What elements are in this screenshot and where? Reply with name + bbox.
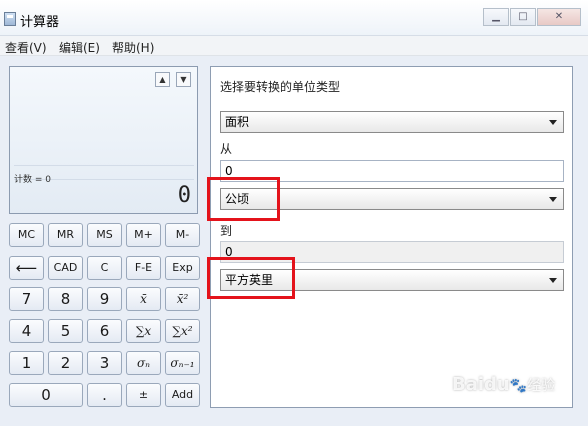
paw-icon: 🐾	[509, 378, 528, 394]
from-label: 从	[220, 142, 233, 156]
menu-edit[interactable]: 编辑(E)	[59, 39, 100, 56]
close-button[interactable]: ✕	[537, 8, 581, 26]
maximize-button[interactable]: □	[510, 8, 536, 26]
key-sigma-n[interactable]: σₙ	[126, 351, 161, 375]
key-m-plus[interactable]: M+	[126, 223, 161, 247]
converter-prompt: 选择要转换的单位类型	[220, 80, 341, 94]
minimize-button[interactable]: ▁	[483, 8, 509, 26]
scroll-up-button[interactable]: ▲	[155, 72, 170, 87]
key-6[interactable]: 6	[87, 319, 122, 343]
key-8[interactable]: 8	[48, 287, 83, 311]
arrow-up-icon: ▲	[159, 75, 166, 84]
watermark-text: Baidu	[452, 374, 510, 395]
unit-type-value: 面积	[225, 115, 250, 129]
unit-type-select[interactable]: 面积	[220, 111, 564, 133]
menu-bar: 查看(V) 编辑(E) 帮助(H)	[0, 36, 588, 56]
key-mean[interactable]: x̄	[126, 287, 161, 311]
key-plus-minus[interactable]: ±	[126, 383, 161, 407]
key-cad[interactable]: CAD	[48, 256, 83, 280]
key-mean-squares[interactable]: x̄²	[165, 287, 200, 311]
key-add[interactable]: Add	[165, 383, 200, 407]
calculator-display: ▲ ▼ 计数 = 0 0	[9, 66, 198, 214]
window-controls: ▁ □ ✕	[483, 8, 582, 26]
key-1[interactable]: 1	[9, 351, 44, 375]
count-label: 计数 = 0	[14, 175, 51, 185]
chevron-down-icon	[549, 120, 557, 125]
to-unit-value: 平方英里	[225, 273, 274, 287]
close-icon: ✕	[554, 11, 564, 22]
key-backspace[interactable]: ⟵	[9, 256, 44, 280]
window-title: 计算器	[20, 15, 60, 30]
chevron-down-icon	[549, 278, 557, 283]
key-7[interactable]: 7	[9, 287, 44, 311]
display-value: 0	[177, 183, 191, 208]
key-0[interactable]: 0	[9, 383, 83, 407]
to-unit-select[interactable]: 平方英里	[220, 269, 564, 291]
menu-view[interactable]: 查看(V)	[5, 39, 47, 56]
from-unit-value: 公顷	[225, 192, 250, 206]
menu-help[interactable]: 帮助(H)	[112, 39, 154, 56]
from-unit-select[interactable]: 公顷	[220, 188, 564, 210]
display-divider	[14, 165, 194, 166]
key-9[interactable]: 9	[87, 287, 122, 311]
key-decimal[interactable]: .	[87, 383, 122, 407]
key-4[interactable]: 4	[9, 319, 44, 343]
minimize-icon: ▁	[492, 11, 500, 22]
key-m-minus[interactable]: M-	[165, 223, 200, 247]
key-fe[interactable]: F-E	[126, 256, 161, 280]
key-ms[interactable]: MS	[87, 223, 122, 247]
key-mc[interactable]: MC	[9, 223, 44, 247]
from-value-input[interactable]: 0	[220, 160, 564, 182]
unit-converter-panel: 选择要转换的单位类型 面积 从 0 公顷 到 0 平方英里	[210, 66, 573, 408]
key-3[interactable]: 3	[87, 351, 122, 375]
to-label: 到	[220, 224, 233, 238]
key-clear[interactable]: C	[87, 256, 122, 280]
chevron-down-icon	[549, 197, 557, 202]
key-sum[interactable]: ∑x	[126, 319, 161, 343]
baidu-watermark: Baidu🐾经验	[452, 374, 555, 395]
scroll-down-button[interactable]: ▼	[176, 72, 191, 87]
arrow-down-icon: ▼	[180, 75, 187, 84]
to-value-output: 0	[220, 241, 564, 263]
calculator-icon	[4, 12, 16, 26]
key-5[interactable]: 5	[48, 319, 83, 343]
watermark-sub: 经验	[527, 378, 556, 394]
key-sum-squares[interactable]: ∑x²	[165, 319, 200, 343]
title-bar: 计算器 ▁ □ ✕	[0, 0, 588, 36]
key-sigma-n-1[interactable]: σₙ₋₁	[165, 351, 200, 375]
key-exp[interactable]: Exp	[165, 256, 200, 280]
key-mr[interactable]: MR	[48, 223, 83, 247]
key-2[interactable]: 2	[48, 351, 83, 375]
maximize-icon: □	[518, 11, 528, 22]
